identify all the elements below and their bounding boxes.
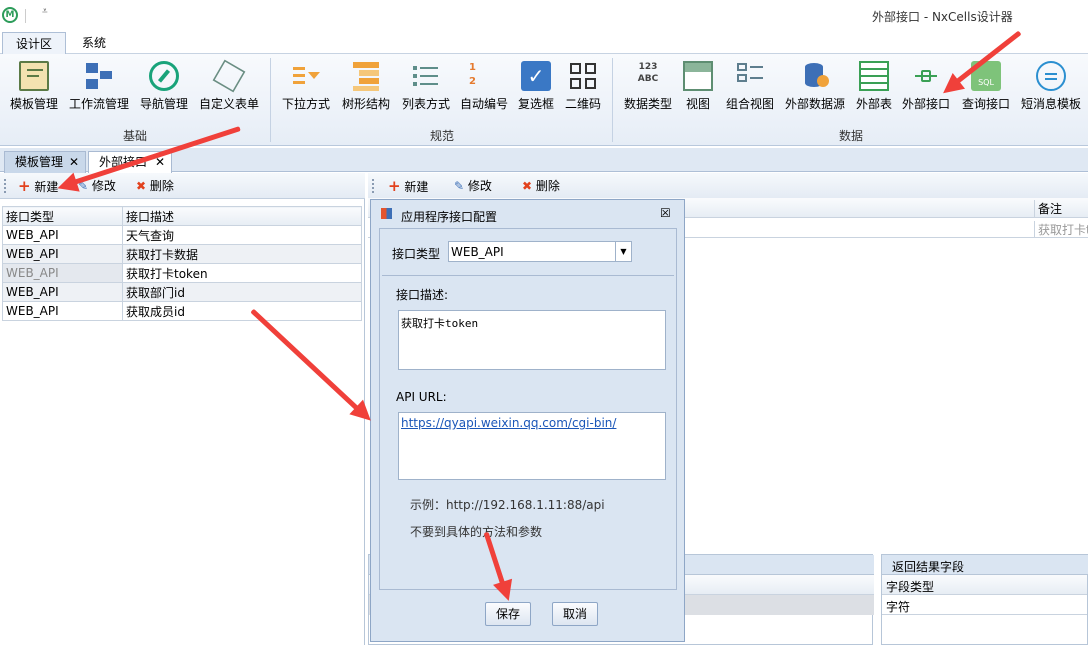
window-title: 外部接口 - NxCells设计器: [872, 10, 1013, 24]
desc-textarea[interactable]: 获取打卡token: [398, 310, 666, 370]
template-edit-icon: [19, 61, 49, 91]
external-table-button[interactable]: 外部表: [852, 58, 896, 120]
url-textarea[interactable]: https://qyapi.weixin.qq.com/cgi-bin/: [398, 412, 666, 480]
hint-text: 不要到具体的方法和参数: [410, 525, 543, 539]
app-logo-icon: M: [2, 7, 18, 23]
left-toolbar: + 新建 ✎ 修改 ✖ 删除: [0, 173, 365, 199]
plus-icon: +: [18, 177, 31, 195]
table-row-selected[interactable]: WEB_API 获取打卡token: [2, 263, 362, 283]
panel-title: 返回结果字段: [882, 555, 1088, 575]
view-grid-icon: [683, 61, 713, 91]
type-select[interactable]: WEB_API ▼: [448, 241, 632, 262]
right-toolbar: + 新建 ✎ 修改 ✖ 删除: [368, 173, 1088, 199]
table-row[interactable]: WEB_API 获取成员id: [2, 301, 362, 321]
column-header-type[interactable]: 接口类型: [2, 206, 123, 226]
group-label-data: 数据: [838, 129, 863, 143]
title-bar: M ⩡ 外部接口 - NxCells设计器: [0, 0, 1088, 32]
compass-icon: [149, 61, 179, 91]
desc-section: 接口描述: 获取打卡token API URL: https://qyapi.w…: [382, 275, 674, 589]
navigation-manage-button[interactable]: 导航管理: [136, 58, 192, 120]
table-row[interactable]: 字符: [882, 595, 1087, 615]
left-panel: + 新建 ✎ 修改 ✖ 删除 接口类型 接口描述 WEB_API 天气查询 WEB…: [0, 173, 365, 645]
column-header-desc[interactable]: 接口描述: [122, 206, 362, 226]
custom-form-button[interactable]: 自定义表单: [196, 58, 262, 120]
composite-view-icon: [735, 61, 765, 91]
chat-bubble-icon: [1036, 61, 1066, 91]
dialog-close-icon[interactable]: ☒: [660, 206, 671, 220]
table-header: 接口类型 接口描述: [2, 206, 362, 226]
pencil-icon: ✎: [454, 179, 465, 193]
api-config-dialog: 应用程序接口配置 ☒ 接口类型 WEB_API ▼ 接口描述: 获取打卡toke…: [370, 199, 685, 642]
tab-design[interactable]: 设计区: [2, 32, 66, 55]
dialog-app-icon: [381, 208, 392, 219]
dropdown-mode-button[interactable]: 下拉方式: [278, 58, 334, 120]
quick-access-dropdown-icon[interactable]: ⩡: [42, 6, 48, 17]
external-datasource-button[interactable]: 外部数据源: [782, 58, 848, 120]
tree-structure-button[interactable]: 树形结构: [338, 58, 394, 120]
delete-button[interactable]: ✖ 删除: [136, 177, 174, 195]
new-button[interactable]: + 新建: [18, 177, 58, 195]
qrcode-button[interactable]: 二维码: [560, 58, 606, 120]
dialog-body: 接口类型 WEB_API ▼ 接口描述: 获取打卡token API URL: …: [379, 228, 677, 590]
dialog-title-bar: 应用程序接口配置 ☒: [371, 200, 684, 226]
delete-x-icon: ✖: [522, 179, 533, 193]
ribbon-tab-bar: 设计区 系统: [0, 32, 1088, 55]
workflow-manage-button[interactable]: 工作流管理: [66, 58, 132, 120]
list-icon: [411, 61, 441, 91]
data-type-icon: 123 ABC: [637, 62, 659, 84]
table-row[interactable]: WEB_API 获取部门id: [2, 282, 362, 302]
dropdown-list-icon: [291, 61, 321, 91]
data-type-button[interactable]: 123 ABC 数据类型: [620, 58, 676, 120]
checkbox-icon: ✓: [521, 61, 551, 91]
checkbox-button[interactable]: ✓ 复选框: [514, 58, 558, 120]
plug-icon: [911, 61, 941, 91]
plus-icon: +: [388, 177, 401, 195]
table-row[interactable]: WEB_API 天气查询: [2, 225, 362, 245]
example-text: 示例：http://192.168.1.11:88/api: [410, 498, 605, 512]
type-label: 接口类型: [392, 247, 441, 261]
tab-system[interactable]: 系统: [70, 32, 118, 55]
dialog-title: 应用程序接口配置: [401, 210, 498, 224]
column-header-note[interactable]: 备注: [1034, 200, 1088, 217]
workflow-icon: [84, 61, 114, 91]
qrcode-icon: [568, 61, 598, 91]
column-header-field-type[interactable]: 字段类型: [882, 575, 1087, 595]
new-button[interactable]: + 新建: [388, 177, 428, 195]
delete-button[interactable]: ✖ 删除: [522, 177, 560, 195]
numbered-list-icon: 12: [469, 62, 476, 87]
table-row[interactable]: WEB_API 获取打卡数据: [2, 244, 362, 264]
list-mode-button[interactable]: 列表方式: [398, 58, 454, 120]
view-button[interactable]: 视图: [680, 58, 716, 120]
doc-tab-template-manage[interactable]: 模板管理 ✕: [4, 151, 86, 173]
cancel-button[interactable]: 取消: [552, 602, 598, 626]
interface-table: 接口类型 接口描述 WEB_API 天气查询 WEB_API 获取打卡数据 WEB_…: [2, 206, 362, 321]
desc-label: 接口描述:: [396, 288, 449, 302]
sms-template-button[interactable]: 短消息模板: [1016, 58, 1086, 120]
return-fields-panel: 返回结果字段 字段类型 字符: [881, 554, 1088, 645]
database-icon: [800, 61, 830, 91]
ribbon: 模板管理 工作流管理 导航管理 自定义表单 基础 下拉方式 树形结构 列表方式 …: [0, 54, 1088, 146]
edit-button[interactable]: ✎ 修改: [454, 177, 492, 195]
auto-number-button[interactable]: 12 自动编号: [456, 58, 512, 120]
url-label: API URL:: [396, 390, 447, 404]
group-label-spec: 规范: [429, 129, 454, 143]
template-manage-button[interactable]: 模板管理: [6, 58, 62, 120]
tree-icon: [351, 61, 381, 91]
table-icon: [859, 61, 889, 91]
composite-view-button[interactable]: 组合视图: [720, 58, 780, 120]
delete-x-icon: ✖: [136, 179, 147, 193]
chevron-down-icon[interactable]: ▼: [615, 242, 631, 261]
cube-icon: [212, 59, 246, 93]
save-button[interactable]: 保存: [485, 602, 531, 626]
query-interface-button[interactable]: SQL 查询接口: [958, 58, 1014, 120]
close-icon[interactable]: ✕: [69, 152, 79, 172]
